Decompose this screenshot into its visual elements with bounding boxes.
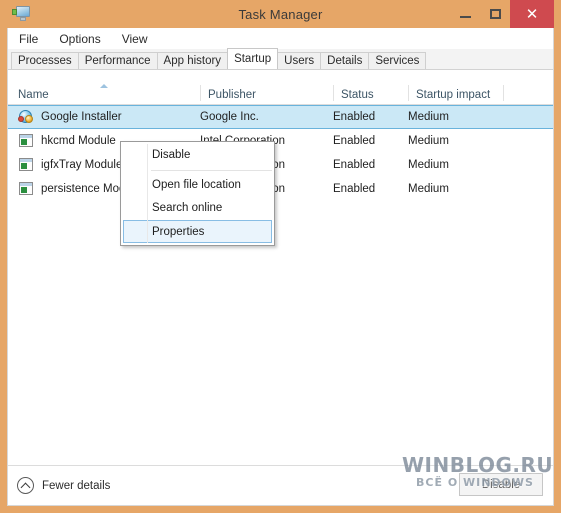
tab-details[interactable]: Details	[320, 52, 370, 69]
row-status-cell: Enabled	[333, 159, 376, 171]
row-impact-cell: Medium	[408, 135, 449, 147]
row-name-text: Google Installer	[41, 111, 122, 123]
tab-app-history[interactable]: App history	[156, 52, 229, 69]
table-row[interactable]: igfxTray Module Intel Corporation Enable…	[8, 153, 553, 177]
column-header-publisher[interactable]: Publisher	[200, 82, 333, 104]
title-bar[interactable]: Task Manager ✕	[7, 0, 554, 28]
column-header-startup-impact[interactable]: Startup impact	[408, 82, 503, 104]
table-row[interactable]: Google Installer Google Inc. Enabled Med…	[8, 105, 553, 129]
row-name-cell: Google Installer	[8, 110, 200, 124]
column-header-spacer	[503, 82, 553, 104]
task-manager-icon	[12, 5, 32, 23]
tab-services[interactable]: Services	[368, 52, 427, 69]
bottom-bar: Fewer details Disable	[8, 465, 553, 505]
row-impact-cell: Medium	[408, 111, 449, 123]
tab-startup[interactable]: Startup	[227, 48, 279, 69]
menu-item-file[interactable]: File	[16, 30, 47, 48]
tab-processes[interactable]: Processes	[11, 52, 79, 69]
table-header: Name Publisher Status Startup impact	[8, 82, 553, 105]
menu-bar: File Options View	[8, 28, 553, 49]
maximize-button[interactable]	[480, 0, 510, 28]
row-name-text: hkcmd Module	[41, 135, 116, 147]
google-installer-icon	[18, 110, 34, 124]
sort-ascending-icon	[100, 84, 108, 88]
context-menu-item-open-file-location[interactable]: Open file location	[121, 174, 274, 197]
row-publisher-cell: Google Inc.	[200, 111, 259, 123]
tab-strip: Processes Performance App history Startu…	[8, 48, 553, 70]
table-row[interactable]: persistence Module Intel Corporation Ena…	[8, 177, 553, 201]
row-name-text: igfxTray Module	[41, 159, 123, 171]
row-impact-cell: Medium	[408, 159, 449, 171]
chevron-up-circle-icon	[17, 477, 34, 494]
menu-item-view[interactable]: View	[119, 30, 157, 48]
tab-users[interactable]: Users	[277, 52, 322, 69]
row-status-cell: Enabled	[333, 183, 376, 195]
context-menu-separator	[151, 170, 272, 171]
fewer-details-label: Fewer details	[42, 479, 111, 492]
fewer-details-button[interactable]: Fewer details	[17, 477, 110, 494]
minimize-button[interactable]	[450, 0, 480, 28]
context-menu-item-properties[interactable]: Properties	[123, 220, 272, 243]
context-menu: Disable Open file location Search online…	[120, 141, 275, 246]
context-menu-item-search-online[interactable]: Search online	[121, 197, 274, 220]
tab-performance[interactable]: Performance	[77, 52, 158, 69]
minimize-icon	[459, 15, 471, 18]
table-row[interactable]: hkcmd Module Intel Corporation Enabled M…	[8, 129, 553, 153]
generic-app-icon	[18, 182, 34, 196]
row-status-cell: Enabled	[333, 111, 376, 123]
row-status-cell: Enabled	[333, 135, 376, 147]
table-body: Google Installer Google Inc. Enabled Med…	[8, 105, 553, 201]
context-menu-item-disable[interactable]: Disable	[121, 144, 274, 167]
close-icon: ✕	[525, 4, 539, 23]
maximize-icon	[489, 9, 501, 19]
column-header-status[interactable]: Status	[333, 82, 408, 104]
disable-button[interactable]: Disable	[459, 473, 543, 496]
menu-item-options[interactable]: Options	[56, 30, 109, 48]
task-manager-window: Task Manager ✕ File Options View Process…	[0, 0, 561, 513]
close-button[interactable]: ✕	[510, 0, 554, 28]
window-controls: ✕	[450, 0, 554, 28]
row-impact-cell: Medium	[408, 183, 449, 195]
generic-app-icon	[18, 158, 34, 172]
client-area: File Options View Processes Performance …	[7, 28, 554, 506]
generic-app-icon	[18, 134, 34, 148]
